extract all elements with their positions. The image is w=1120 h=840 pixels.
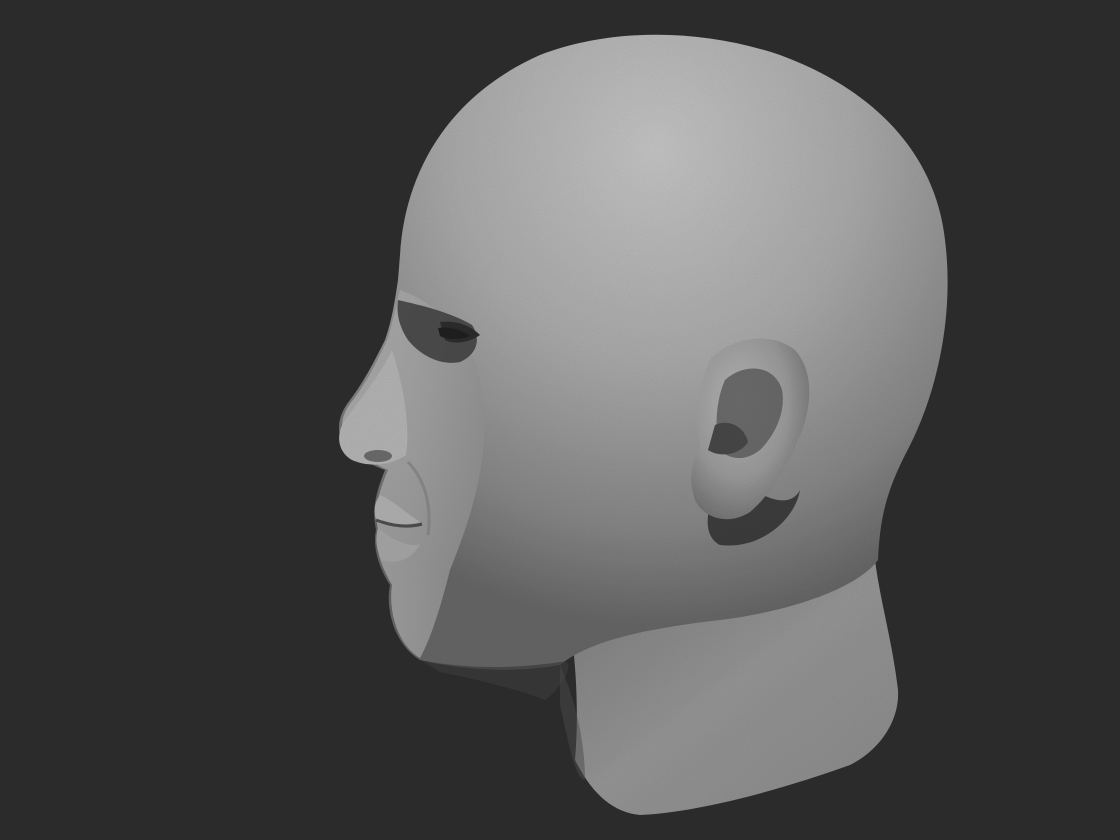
- 3d-viewport[interactable]: [0, 0, 1120, 840]
- head-sculpt-render: [338, 34, 948, 815]
- nostril: [364, 450, 392, 462]
